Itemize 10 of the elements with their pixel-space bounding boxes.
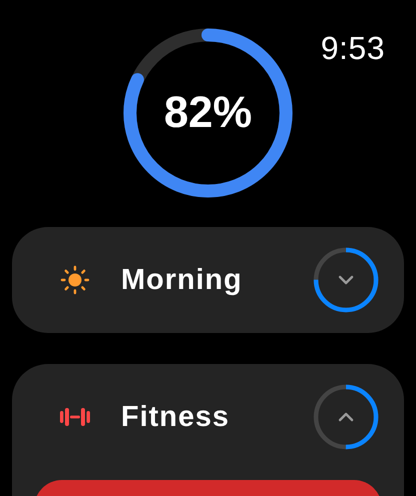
sun-icon [60, 265, 90, 295]
time-text: 9:53 [320, 30, 385, 67]
routine-card[interactable]: Morning [12, 227, 404, 333]
routine-card[interactable]: Fitness [12, 364, 404, 496]
expand-toggle[interactable] [313, 247, 379, 313]
routine-title: Morning [121, 264, 244, 296]
progress-percentage: 82% [162, 88, 254, 138]
dumbbell-icon [60, 407, 90, 427]
expand-toggle[interactable] [313, 384, 379, 450]
routine-title: Fitness [121, 400, 231, 434]
